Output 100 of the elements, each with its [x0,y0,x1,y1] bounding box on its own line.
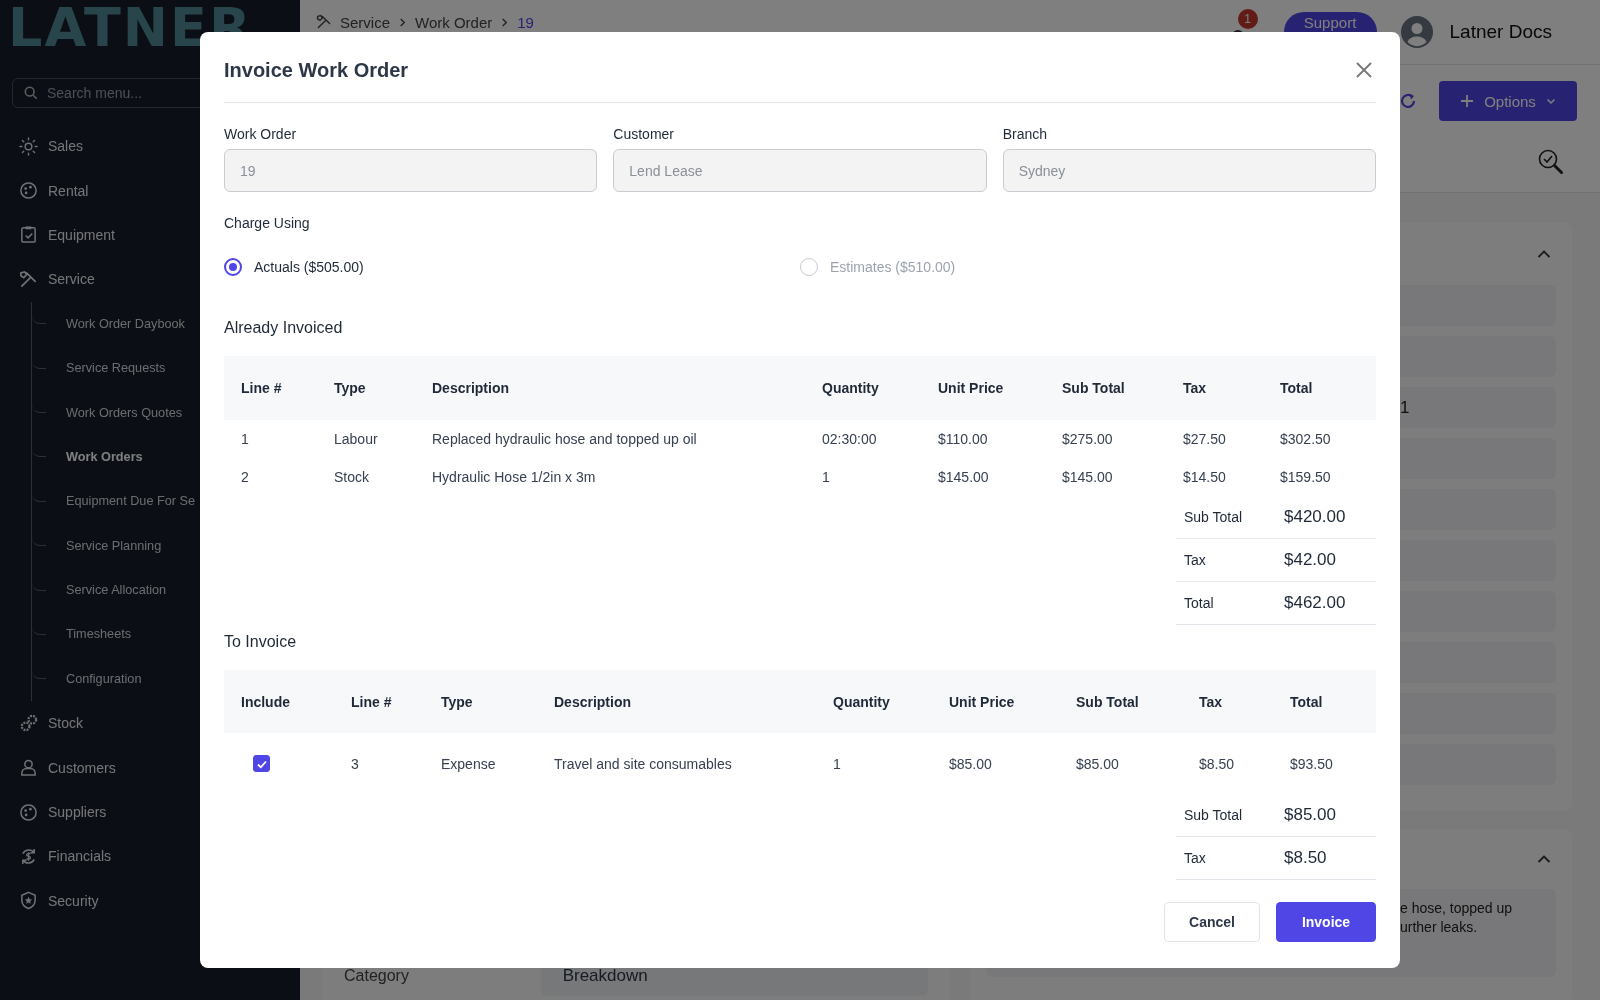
column-header: Line # [351,693,392,710]
table-cell: $27.50 [1183,431,1226,447]
table-cell: 1 [822,469,830,485]
chevron-right-icon [398,17,408,27]
column-header: Quantity [822,380,879,396]
table-cell: 1 [833,755,841,772]
section-title: Already Invoiced [224,318,344,338]
total-label: Sub Total [1183,509,1244,525]
field-label: Customer [613,125,675,143]
table-cell: $85.00 [949,755,992,772]
nav-item[interactable]: Financials [0,834,300,879]
field-label: Category [344,967,410,985]
nav-subitem[interactable]: Equipment Due For Se [66,494,196,509]
column-header: Type [334,380,366,396]
sun-icon [19,136,38,156]
options-button[interactable]: Options [1439,81,1577,121]
total-label: Total [1183,595,1215,611]
column-header: Tax [1183,380,1207,396]
column-header: Sub Total [1076,693,1139,710]
nav-item[interactable]: Suppliers [0,789,300,835]
table-cell: $93.50 [1290,755,1333,772]
dollar-cycle-icon [19,846,38,866]
table-cell: 02:30:00 [822,431,877,447]
nav-subitem[interactable]: Service Allocation [66,583,167,598]
field-label: Work Order [224,125,298,143]
table-cell: 3 [351,755,359,772]
breadcrumb-link[interactable]: Work Order [415,13,493,31]
chevron-down-icon [1545,96,1556,106]
column-header: Tax [1199,693,1223,710]
table-cell: $14.50 [1183,469,1226,485]
table-cell: Labour [334,431,378,447]
clipboard-check-icon [19,225,38,245]
table-cell: $159.50 [1280,469,1331,485]
table-cell: Stock [334,469,369,485]
column-header: Total [1280,380,1313,396]
field-label: Branch [1002,125,1048,143]
total-value: $8.50 [1284,848,1327,868]
total-label: Sub Total [1183,807,1244,823]
plus-icon [1460,94,1475,108]
column-header: Type [441,693,473,710]
section-title: To Invoice [224,632,298,652]
table-cell: Hydraulic Hose 1/2in x 3m [432,469,596,485]
nav-item[interactable]: Customers [0,745,300,790]
checkbox[interactable] [253,755,270,773]
refresh-icon[interactable] [1398,91,1418,111]
column-header: Line # [241,380,282,396]
table-cell: Expense [441,755,496,772]
column-header: Unit Price [938,380,1004,396]
cancel-button[interactable]: Cancel [1164,902,1260,942]
total-label: Tax [1183,552,1207,568]
table-cell: $275.00 [1062,431,1113,447]
total-value: $42.00 [1284,550,1336,570]
table-cell: 1 [241,431,249,447]
nav-subitem[interactable]: Work Orders [66,449,143,464]
search-check-icon[interactable] [1537,148,1565,176]
column-header: Unit Price [949,693,1015,710]
chevron-up-icon[interactable] [1537,249,1551,259]
chevron-up-icon[interactable] [1537,854,1551,864]
column-header: Quantity [833,693,890,710]
table-cell: Replaced hydraulic hose and topped up oil [432,431,697,447]
nav-subitem[interactable]: Work Orders Quotes [66,405,183,420]
notes-text: e hose, topped up urther leaks. [1400,899,1514,937]
close-icon[interactable] [1356,62,1372,78]
nav-item[interactable]: Security [0,878,300,924]
nav-subitem[interactable]: Configuration [66,671,142,686]
search-icon [24,86,38,100]
total-value: $462.00 [1284,593,1346,613]
total-value: $420.00 [1284,507,1346,527]
table-cell: Travel and site consumables [554,755,732,772]
invoice-button[interactable]: Invoice [1276,902,1376,942]
palette-icon [19,181,38,201]
breadcrumb-link[interactable]: Service [340,13,391,31]
table-cell: $145.00 [938,469,989,485]
shield-star-icon [19,891,38,911]
radio-button[interactable] [224,258,242,276]
nav-subitem[interactable]: Timesheets [66,627,132,642]
total-label: Tax [1183,850,1207,866]
chevron-right-icon [500,17,510,27]
user-name[interactable]: Latner Docs [1449,21,1552,43]
breadcrumb-link[interactable]: 19 [517,13,534,31]
gears-icon [19,713,38,733]
table-cell: $8.50 [1199,755,1235,772]
column-header: Sub Total [1062,380,1125,396]
table-cell: $85.00 [1076,755,1119,772]
palette-icon [19,802,38,822]
avatar-icon[interactable] [1400,16,1433,48]
person-icon [19,758,38,778]
column-header: Description [432,380,509,396]
tools-icon [19,269,38,289]
nav-subitem[interactable]: Service Planning [66,538,162,553]
tools-icon [316,14,332,30]
table-cell: $110.00 [938,431,988,447]
nav-subitem[interactable]: Work Order Daybook [66,316,185,331]
table-cell: 2 [241,469,249,485]
nav-subitem[interactable]: Service Requests [66,361,166,376]
field-label: Charge Using [224,214,311,232]
table-cell: $302.50 [1280,431,1331,447]
table-cell: $145.00 [1062,469,1113,485]
radio-option[interactable]: Actuals ($505.00) [224,256,800,278]
notification-badge: 1 [1237,9,1258,29]
